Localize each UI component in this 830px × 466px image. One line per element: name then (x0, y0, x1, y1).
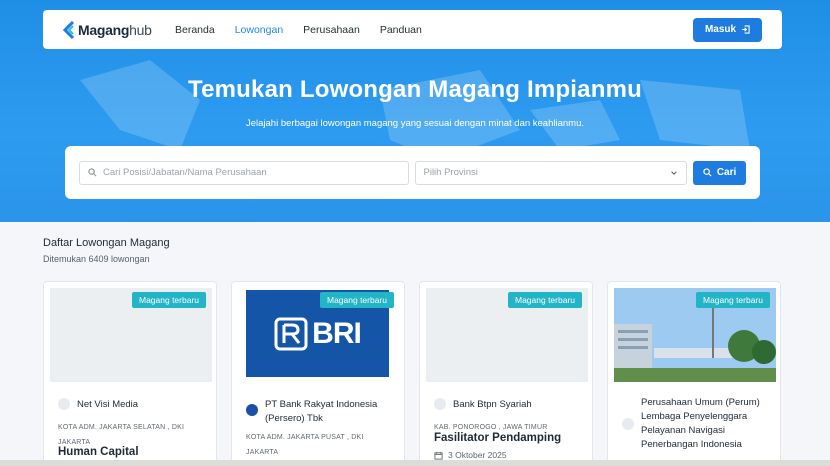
company-row: Perusahaan Umum (Perum) Lembaga Penyelen… (622, 396, 772, 452)
search-icon (88, 168, 97, 177)
province-placeholder: Pilih Provinsi (423, 167, 478, 178)
job-card[interactable]: Magang terbaru Bank Btpn Syariah KAB. PO… (419, 281, 593, 466)
bri-logo-text: BRI (312, 316, 362, 350)
nav-item-beranda[interactable]: Beranda (175, 24, 215, 36)
company-name: Bank Btpn Syariah (453, 398, 532, 410)
bottom-scroll-strip (0, 460, 830, 466)
new-badge: Magang terbaru (319, 292, 394, 308)
hero-title: Temukan Lowongan Magang Impianmu (188, 76, 642, 103)
listing-title: Daftar Lowongan Magang (43, 237, 170, 249)
job-role: Human Capital (58, 446, 139, 458)
chevron-down-icon (671, 170, 677, 175)
job-card[interactable]: Magang terbaru Net Visi Media KOTA ADM. … (43, 281, 217, 466)
nav-item-panduan[interactable]: Panduan (380, 24, 422, 36)
nav-item-perusahaan[interactable]: Perusahaan (303, 24, 360, 36)
search-input[interactable]: Cari Posisi/Jabatan/Nama Perusahaan (79, 160, 409, 185)
job-card[interactable]: BRI Magang terbaru PT Bank Rakyat Indone… (231, 281, 405, 466)
search-button[interactable]: Cari (693, 160, 747, 185)
company-name: Net Visi Media (77, 398, 139, 410)
company-logo (246, 404, 258, 416)
hero-section: Maganghub Beranda Lowongan Perusahaan Pa… (0, 0, 830, 222)
company-logo (434, 398, 446, 410)
nav-links: Beranda Lowongan Perusahaan Panduan (175, 24, 422, 36)
brand-name: Maganghub (78, 21, 152, 38)
search-placeholder: Cari Posisi/Jabatan/Nama Perusahaan (103, 167, 267, 178)
company-row: Net Visi Media (58, 398, 208, 410)
search-panel: Cari Posisi/Jabatan/Nama Perusahaan Pili… (65, 146, 760, 199)
job-role: Fasilitator Pendamping (434, 432, 562, 444)
login-icon (741, 25, 750, 34)
company-name: PT Bank Rakyat Indonesia (Persero) Tbk (265, 399, 378, 424)
logo-mark-icon (63, 20, 75, 39)
job-date-text: 3 Oktober 2025 (448, 450, 507, 460)
job-location: KOTA ADM. JAKARTA PUSAT , DKI JAKARTA (246, 434, 364, 456)
company-row: Bank Btpn Syariah (434, 398, 584, 410)
bri-mark-icon (274, 317, 308, 350)
new-badge: Magang terbaru (507, 292, 582, 308)
nav-item-lowongan[interactable]: Lowongan (235, 24, 283, 36)
hero-subtitle: Jelajahi berbagai lowongan magang yang s… (245, 118, 584, 129)
login-button-label: Masuk (704, 24, 737, 35)
brand-logo[interactable]: Maganghub (63, 20, 175, 39)
search-button-label: Cari (716, 167, 737, 178)
calendar-icon (434, 451, 443, 460)
listing-count: Ditemukan 6409 lowongan (43, 254, 150, 264)
company-name: Perusahaan Umum (Perum) Lembaga Penyelen… (641, 397, 760, 450)
login-button[interactable]: Masuk (693, 17, 762, 42)
top-navbar: Maganghub Beranda Lowongan Perusahaan Pa… (43, 10, 782, 49)
new-badge: Magang terbaru (131, 292, 206, 308)
new-badge: Magang terbaru (695, 292, 770, 308)
company-logo (622, 418, 634, 430)
job-date: 3 Oktober 2025 (434, 450, 507, 460)
job-card[interactable]: Magang terbaru Perusahaan Umum (Perum) L… (607, 281, 781, 466)
province-select[interactable]: Pilih Provinsi (414, 160, 688, 185)
company-logo (58, 398, 70, 410)
search-icon (703, 168, 712, 177)
company-row: PT Bank Rakyat Indonesia (Persero) Tbk (246, 398, 396, 426)
